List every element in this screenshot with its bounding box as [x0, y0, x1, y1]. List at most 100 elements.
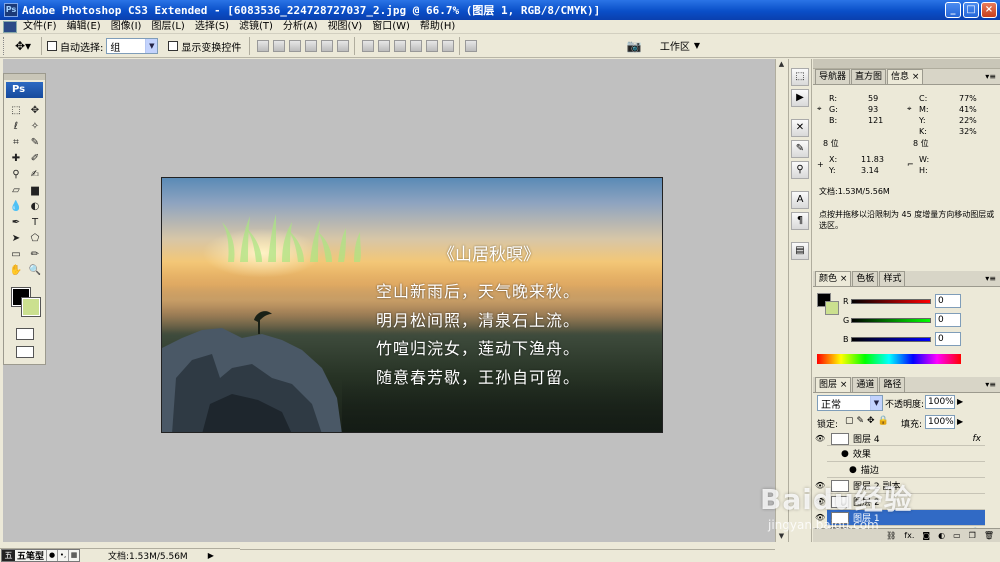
tab-histogram[interactable]: 直方图 [851, 69, 887, 84]
opacity-input[interactable]: 100% [925, 395, 955, 409]
scroll-up-icon[interactable]: ▲ [776, 59, 787, 70]
distribute-vcenter-icon[interactable] [378, 40, 391, 52]
menu-layer[interactable]: 图层(L) [146, 20, 189, 34]
tab-channels[interactable]: 通道 [852, 377, 879, 392]
link-layers-icon[interactable]: ⛓ [886, 531, 896, 540]
ime-keyboard-icon[interactable]: ▦ [68, 550, 79, 561]
tab-swatches[interactable]: 色板 [852, 271, 879, 286]
healing-brush-tool-icon[interactable]: ✚ [7, 151, 25, 165]
auto-select-dropdown[interactable]: 组 ▼ [106, 38, 159, 54]
lasso-tool-icon[interactable]: ℓ [7, 119, 25, 133]
menu-image[interactable]: 图像(I) [106, 20, 147, 34]
menu-analysis[interactable]: 分析(A) [278, 20, 323, 34]
vertical-scrollbar[interactable]: ▲ ▼ [775, 59, 787, 542]
layer-row[interactable]: 👁 图层 2 [815, 494, 985, 510]
menu-window[interactable]: 窗口(W) [367, 20, 415, 34]
move-tool-icon[interactable]: ✥ [26, 103, 44, 117]
document-icon[interactable] [3, 20, 17, 33]
red-slider[interactable] [851, 298, 931, 304]
align-hcenter-icon[interactable] [321, 40, 334, 52]
marquee-tool-icon[interactable]: ⬚ [7, 103, 25, 117]
layer-row[interactable]: 👁 图层 4 fx [815, 432, 985, 446]
layer-effects-row[interactable]: ● 效果 [827, 446, 985, 462]
character-panel-icon[interactable]: A [791, 191, 809, 209]
distribute-bottom-icon[interactable] [394, 40, 407, 52]
ime-mode[interactable]: 五笔型 [15, 549, 46, 562]
navigator-panel-icon[interactable]: ⬚ [791, 68, 809, 86]
ime-bar[interactable]: 五 五笔型 ● •, ▦ [1, 549, 81, 562]
document-canvas[interactable]: 《山居秋暝》 空山新雨后，天气晚来秋。 明月松间照，清泉石上流。 竹喧归浣女，莲… [161, 177, 663, 433]
maximize-button[interactable]: □ [963, 2, 979, 18]
layer-row-selected[interactable]: 👁 图层 1 [815, 510, 985, 526]
color-g-input[interactable]: 0 [935, 313, 961, 327]
distribute-top-icon[interactable] [362, 40, 375, 52]
menu-filter[interactable]: 滤镜(T) [234, 20, 278, 34]
menu-help[interactable]: 帮助(H) [415, 20, 460, 34]
zoom-tool-icon[interactable]: 🔍 [26, 263, 44, 277]
scroll-down-icon[interactable]: ▼ [776, 531, 787, 542]
crop-tool-icon[interactable]: ⌗ [7, 135, 25, 149]
status-menu-arrow-icon[interactable]: ▶ [208, 551, 214, 560]
hand-tool-icon[interactable]: ✋ [7, 263, 25, 277]
menu-edit[interactable]: 编辑(E) [62, 20, 106, 34]
pen-tool-icon[interactable]: ✒ [7, 215, 25, 229]
slice-tool-icon[interactable]: ✎ [26, 135, 44, 149]
ps-logo[interactable]: Ps [6, 82, 43, 98]
screen-mode-icon[interactable] [16, 346, 34, 358]
paragraph-panel-icon[interactable]: ¶ [791, 212, 809, 230]
brush-tool-icon[interactable]: ✐ [26, 151, 44, 165]
tab-paths[interactable]: 路径 [879, 377, 906, 392]
tab-navigator[interactable]: 导航器 [815, 69, 851, 84]
workspace-switcher[interactable]: 📷 工作区 ▼ [627, 38, 700, 54]
brushes-panel-icon[interactable]: ✎ [791, 140, 809, 158]
notes-tool-icon[interactable]: ▭ [7, 247, 25, 261]
align-left-icon[interactable] [305, 40, 318, 52]
color-r-input[interactable]: 0 [935, 294, 961, 308]
eye-icon[interactable]: 👁 [815, 481, 825, 491]
panel-menu-icon[interactable]: ▾≡ [985, 274, 996, 283]
opacity-arrow-icon[interactable]: ▶ [957, 397, 963, 406]
panel-menu-icon[interactable]: ▾≡ [985, 72, 996, 81]
tab-styles[interactable]: 样式 [879, 271, 906, 286]
lock-icons[interactable]: ▢✎✥🔒 [845, 416, 892, 426]
eye-icon[interactable]: 👁 [815, 497, 825, 507]
fill-input[interactable]: 100% [925, 415, 955, 429]
minimize-button[interactable]: _ [945, 2, 961, 18]
layer-comps-icon[interactable]: ▤ [791, 242, 809, 260]
blend-mode-dropdown[interactable]: 正常 ▼ [817, 395, 883, 411]
dock-grip[interactable] [813, 59, 1000, 69]
delete-layer-icon[interactable]: 🗑 [984, 531, 994, 540]
eye-icon[interactable]: 👁 [815, 513, 825, 523]
clone-source-icon[interactable]: ⚲ [791, 161, 809, 179]
eyedropper-tool-icon[interactable]: ✏ [26, 247, 44, 261]
align-right-icon[interactable] [337, 40, 350, 52]
align-vcenter-icon[interactable] [273, 40, 286, 52]
add-style-icon[interactable]: fx. [904, 531, 914, 540]
ime-halfwidth-icon[interactable]: ● [46, 550, 57, 561]
gradient-tool-icon[interactable]: ▆ [26, 183, 44, 197]
path-selection-tool-icon[interactable]: ➤ [7, 231, 25, 245]
menu-file[interactable]: 文件(F) [21, 20, 62, 34]
green-slider[interactable] [851, 317, 931, 323]
new-group-icon[interactable]: ▭ [953, 531, 961, 540]
bridge-icon[interactable]: 📷 [627, 39, 642, 53]
tool-presets-icon[interactable]: ✕ [791, 119, 809, 137]
eye-icon[interactable]: 👁 [815, 434, 825, 444]
clone-stamp-tool-icon[interactable]: ⚲ [7, 167, 25, 181]
distribute-hcenter-icon[interactable] [426, 40, 439, 52]
ime-punct-icon[interactable]: •, [57, 550, 68, 561]
move-tool-preset-icon[interactable]: ✥▾ [10, 37, 36, 55]
align-top-icon[interactable] [257, 40, 270, 52]
panel-menu-icon[interactable]: ▾≡ [985, 380, 996, 389]
tab-layers[interactable]: 图层 × [815, 377, 852, 392]
dodge-tool-icon[interactable]: ◐ [26, 199, 44, 213]
options-grip[interactable] [3, 37, 7, 55]
distribute-left-icon[interactable] [410, 40, 423, 52]
close-button[interactable]: × [981, 2, 997, 18]
fill-arrow-icon[interactable]: ▶ [957, 417, 963, 426]
blue-slider[interactable] [851, 336, 931, 342]
tab-info[interactable]: 信息 × [887, 69, 924, 84]
distribute-right-icon[interactable] [442, 40, 455, 52]
quick-mask-icon[interactable] [16, 328, 34, 340]
magic-wand-tool-icon[interactable]: ✧ [26, 119, 44, 133]
